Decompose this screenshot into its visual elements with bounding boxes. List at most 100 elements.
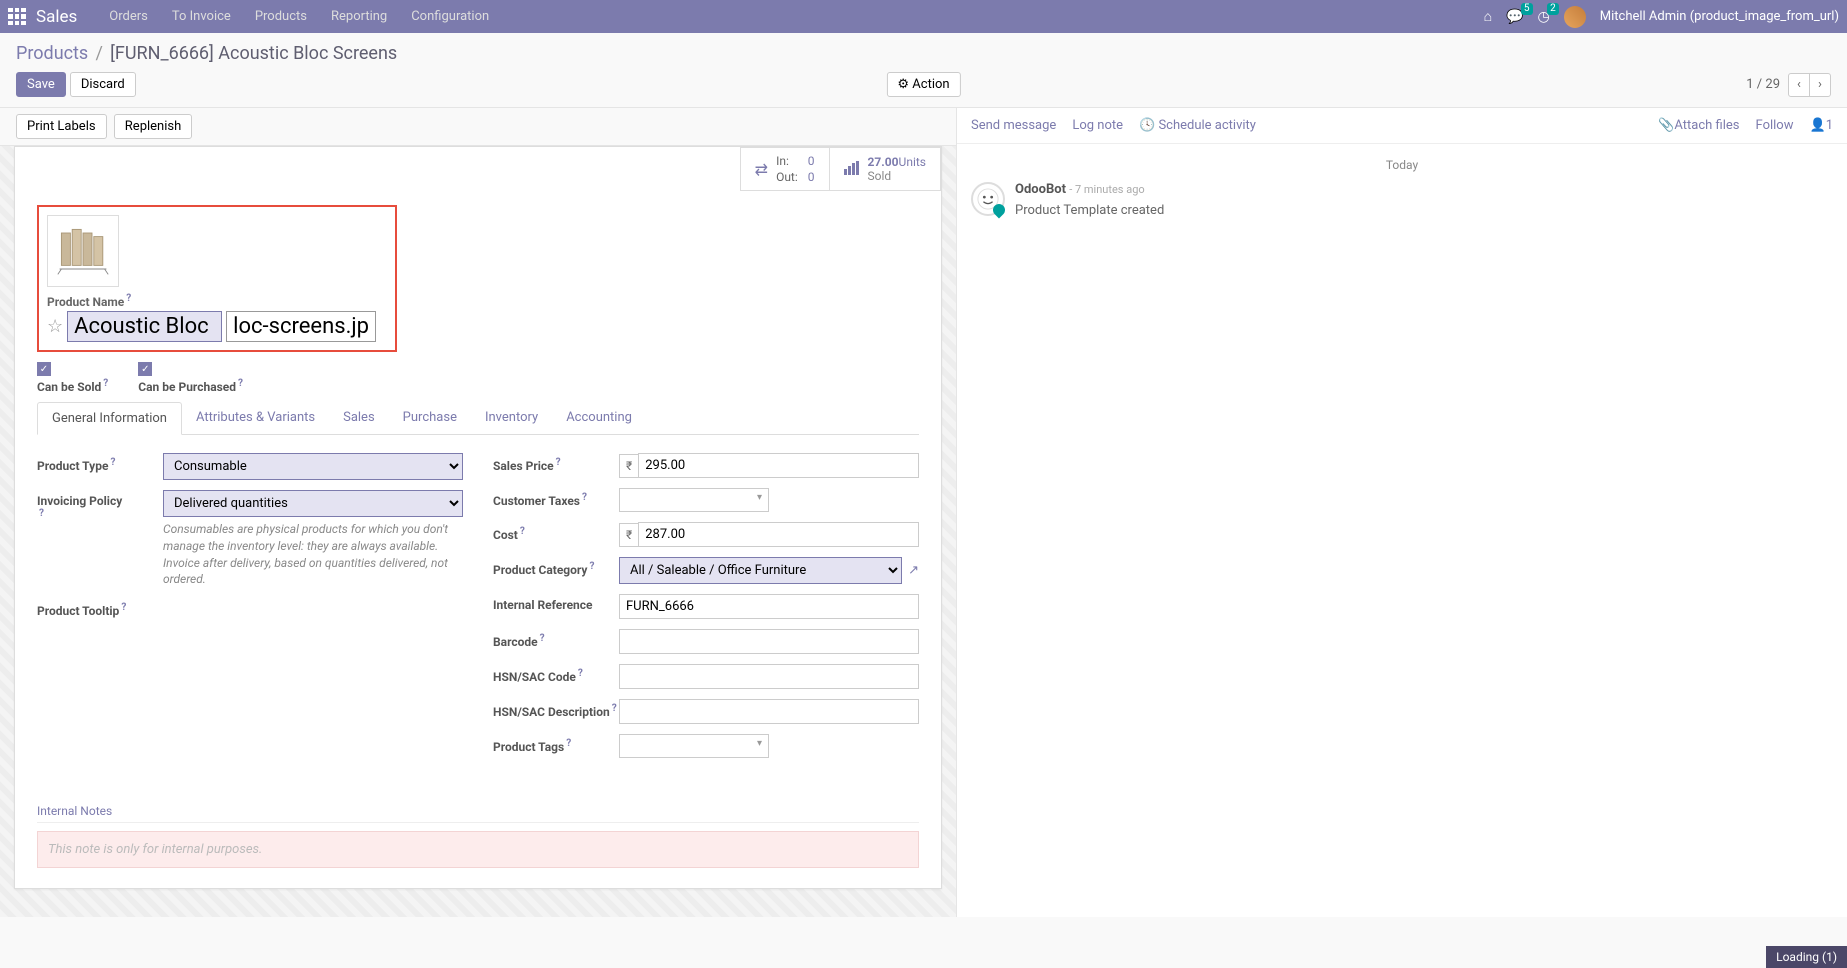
product-name-label: Product Name [47,295,124,309]
internal-notes-input[interactable]: This note is only for internal purposes. [37,831,919,868]
help-icon[interactable]: ? [556,457,561,468]
tab-variants[interactable]: Attributes & Variants [182,402,329,434]
pager-next[interactable]: › [1809,73,1831,97]
help-icon[interactable]: ? [578,668,583,679]
loading-indicator: Loading (1) [1766,946,1847,968]
avatar[interactable] [1564,6,1586,28]
tab-accounting[interactable]: Accounting [552,402,646,434]
messages-badge: 5 [1521,3,1533,15]
can-be-purchased-checkbox[interactable]: ✓ [138,362,152,376]
help-icon[interactable]: ? [540,633,545,644]
nav-products[interactable]: Products [243,9,319,24]
internal-ref-label: Internal Reference [493,598,593,612]
pager-text: 1 / 29 [1746,77,1780,92]
transfer-icon: ⇄ [755,160,768,179]
help-icon[interactable]: ? [238,378,243,389]
clock-icon: 🕓 [1139,118,1155,133]
category-label: Product Category [493,563,587,577]
help-icon[interactable]: ? [126,293,131,304]
schedule-activity-button[interactable]: 🕓 Schedule activity [1139,118,1256,133]
log-note-button[interactable]: Log note [1072,118,1123,133]
help-icon[interactable]: ? [582,492,587,503]
nav-to-invoice[interactable]: To Invoice [160,9,243,24]
send-message-button[interactable]: Send message [971,118,1056,133]
tabs: General Information Attributes & Variant… [37,402,919,435]
product-tags-input[interactable] [619,734,769,758]
message-time: - 7 minutes ago [1069,183,1144,196]
hint-text: Consumables are physical products for wh… [163,521,463,588]
tab-general[interactable]: General Information [37,402,182,435]
attach-files-button[interactable]: 📎Attach files [1658,118,1739,133]
product-type-label: Product Type [37,459,108,473]
hsn-desc-label: HSN/SAC Description [493,705,610,719]
save-button[interactable]: Save [16,72,66,97]
nav-reporting[interactable]: Reporting [319,9,399,24]
tab-purchase[interactable]: Purchase [389,402,471,434]
nav-orders[interactable]: Orders [97,9,160,24]
cost-input[interactable] [638,522,919,547]
top-nav: Sales Orders To Invoice Products Reporti… [0,0,1847,33]
tab-inventory[interactable]: Inventory [471,402,552,434]
breadcrumb-current: [FURN_6666] Acoustic Bloc Screens [110,43,397,64]
help-icon[interactable]: ? [39,508,44,519]
help-icon[interactable]: ? [103,378,108,389]
person-icon: 👤 [1810,118,1826,133]
help-icon[interactable]: ? [121,602,126,613]
customer-taxes-input[interactable] [619,488,769,512]
internal-ref-input[interactable] [619,594,919,619]
stat-transfers[interactable]: ⇄ In:0 Out:0 [741,148,829,190]
print-labels-button[interactable]: Print Labels [16,114,107,139]
can-be-purchased-label: Can be Purchased [138,380,236,394]
product-image[interactable] [47,215,119,287]
customer-taxes-label: Customer Taxes [493,494,580,508]
hsn-code-input[interactable] [619,664,919,689]
help-icon[interactable]: ? [566,738,571,749]
paperclip-icon: 📎 [1658,118,1674,133]
app-brand[interactable]: Sales [36,7,77,27]
stat-sold[interactable]: 27.00Units Sold [829,148,940,190]
sales-price-input[interactable] [638,453,919,478]
external-link-icon[interactable]: ↗ [908,563,919,578]
message-content: Product Template created [1015,203,1164,218]
gear-icon: ⚙ [897,77,909,92]
favorite-star[interactable]: ☆ [47,316,63,337]
category-select[interactable]: All / Saleable / Office Furniture [619,557,902,584]
currency-symbol: ₹ [619,523,638,547]
hsn-desc-input[interactable] [619,699,919,724]
action-button[interactable]: ⚙ Action [886,72,960,97]
messages-icon[interactable]: 💬5 [1506,9,1523,25]
product-name-input[interactable] [67,311,222,342]
apps-icon[interactable] [8,8,26,26]
help-icon[interactable]: ? [520,526,525,537]
discard-button[interactable]: Discard [70,72,136,97]
bot-avatar [971,182,1005,216]
can-be-sold-label: Can be Sold [37,380,101,394]
nav-configuration[interactable]: Configuration [399,9,501,24]
help-icon[interactable]: ? [589,561,594,572]
invoicing-policy-select[interactable]: Delivered quantities [163,490,463,517]
breadcrumb-parent[interactable]: Products [16,43,88,64]
followers-count[interactable]: 👤1 [1810,118,1834,133]
bars-icon [844,160,860,179]
barcode-label: Barcode [493,635,538,649]
help-icon[interactable]: ? [612,703,617,714]
control-bar: Save Discard ⚙ Action 1 / 29 ‹ › [0,70,1847,107]
barcode-input[interactable] [619,629,919,654]
can-be-sold-checkbox[interactable]: ✓ [37,362,51,376]
home-icon[interactable]: ⌂ [1484,8,1492,25]
invoicing-policy-label: Invoicing Policy [37,494,122,508]
activities-badge: 2 [1547,3,1559,15]
follow-button[interactable]: Follow [1756,118,1794,133]
tab-sales[interactable]: Sales [329,402,389,434]
activities-icon[interactable]: ◷2 [1538,9,1550,25]
breadcrumb-sep: / [95,43,102,64]
message-author: OdooBot [1015,182,1066,197]
replenish-button[interactable]: Replenish [114,114,192,139]
user-menu[interactable]: Mitchell Admin (product_image_from_url) [1600,9,1839,24]
pager-prev[interactable]: ‹ [1788,73,1810,97]
help-icon[interactable]: ? [110,457,115,468]
product-type-select[interactable]: Consumable [163,453,463,480]
product-url-input[interactable] [226,311,376,342]
product-tooltip-label: Product Tooltip [37,604,119,618]
breadcrumb: Products / [FURN_6666] Acoustic Bloc Scr… [0,33,1847,70]
